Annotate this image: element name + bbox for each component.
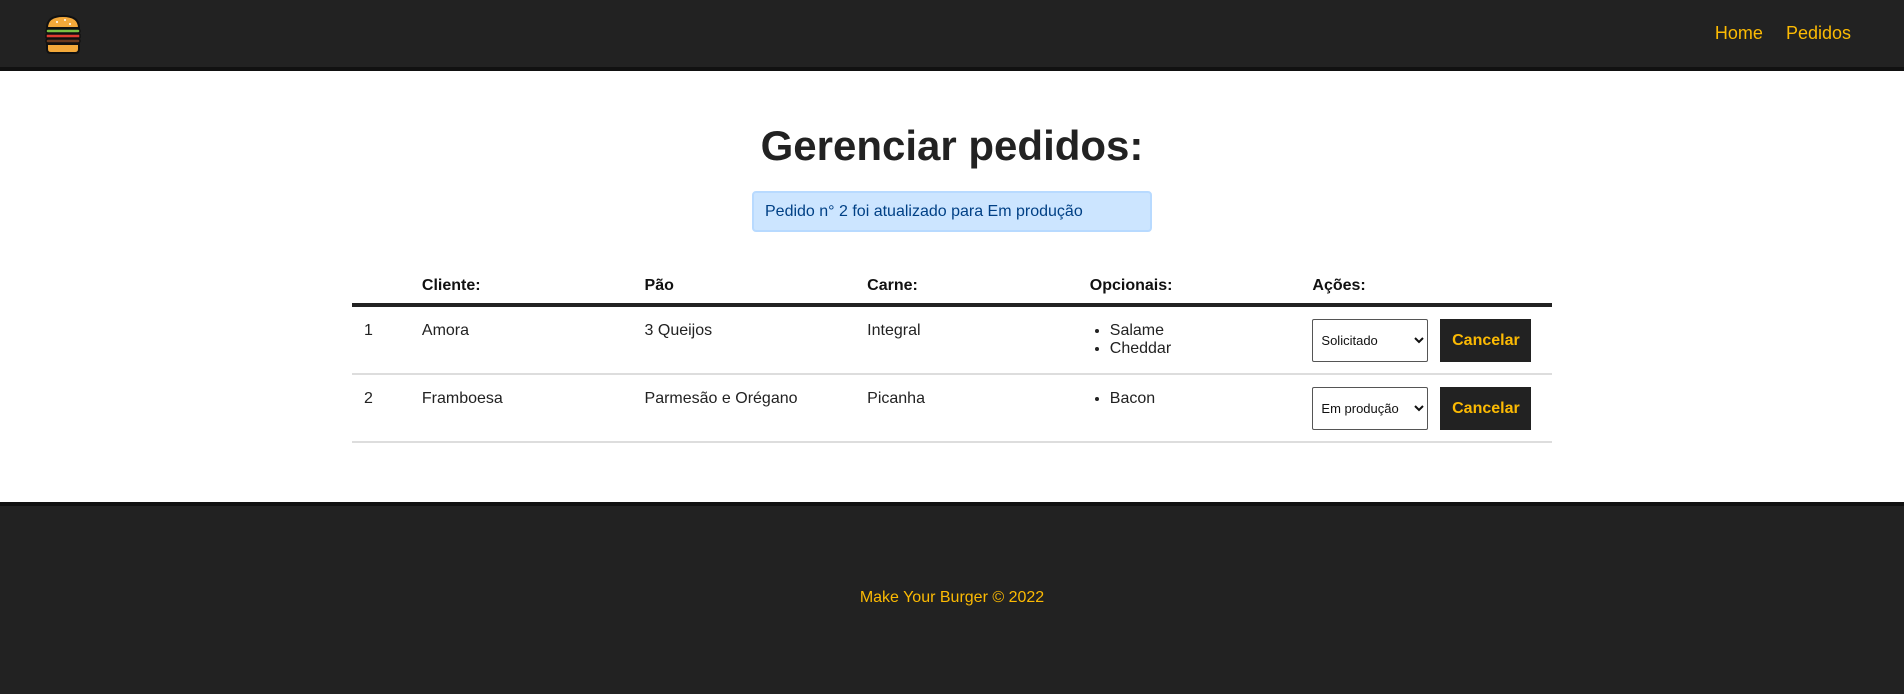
order-carne: Picanha	[867, 390, 925, 407]
order-actions: Em produção Cancelar	[1312, 387, 1552, 441]
page-title: Gerenciar pedidos:	[760, 122, 1144, 169]
status-message: Pedido n° 2 foi atualizado para Em produ…	[752, 191, 1152, 232]
order-pao: 3 Queijos	[644, 322, 713, 339]
order-cliente: Framboesa	[421, 390, 503, 407]
status-select[interactable]: Solicitado	[1312, 319, 1429, 362]
cancel-button[interactable]: Cancelar	[1440, 387, 1532, 430]
status-select[interactable]: Em produção	[1312, 387, 1429, 430]
orders-table: Cliente: Pão Carne: Opcionais: Ações: 1 …	[352, 267, 1552, 443]
order-opcionais: Bacon	[1090, 387, 1313, 441]
order-id: 1	[364, 322, 373, 339]
burger-icon[interactable]	[43, 13, 83, 55]
footer: Make Your Burger © 2022	[0, 502, 1904, 694]
order-opcionais: Salame Cheddar	[1090, 319, 1313, 373]
header-carne: Carne:	[867, 277, 918, 294]
table-row: 2 Framboesa Parmesão e Orégano Picanha B…	[352, 375, 1552, 443]
order-pao: Parmesão e Orégano	[644, 390, 798, 407]
table-row: 1 Amora 3 Queijos Integral Salame Chedda…	[352, 307, 1552, 375]
header-cliente: Cliente:	[421, 277, 481, 294]
nav-links: Home Pedidos	[1715, 23, 1851, 44]
nav-link-home[interactable]: Home	[1715, 23, 1763, 44]
navbar: Home Pedidos	[0, 0, 1904, 71]
order-carne: Integral	[867, 322, 921, 339]
order-actions: Solicitado Cancelar	[1312, 319, 1552, 373]
opcional-item: Salame	[1110, 322, 1313, 340]
order-id: 2	[364, 390, 373, 407]
order-cliente: Amora	[421, 322, 470, 339]
header-acoes: Ações:	[1312, 277, 1366, 294]
header-pao: Pão	[644, 277, 674, 294]
main-content: Gerenciar pedidos: Pedido n° 2 foi atual…	[0, 71, 1904, 502]
table-header: Cliente: Pão Carne: Opcionais: Ações:	[352, 267, 1552, 307]
footer-text: Make Your Burger © 2022	[859, 589, 1045, 606]
opcional-item: Bacon	[1110, 390, 1313, 408]
cancel-button[interactable]: Cancelar	[1440, 319, 1532, 362]
header-opcionais: Opcionais:	[1089, 277, 1173, 294]
opcional-item: Cheddar	[1110, 340, 1313, 358]
nav-link-pedidos[interactable]: Pedidos	[1786, 23, 1851, 44]
